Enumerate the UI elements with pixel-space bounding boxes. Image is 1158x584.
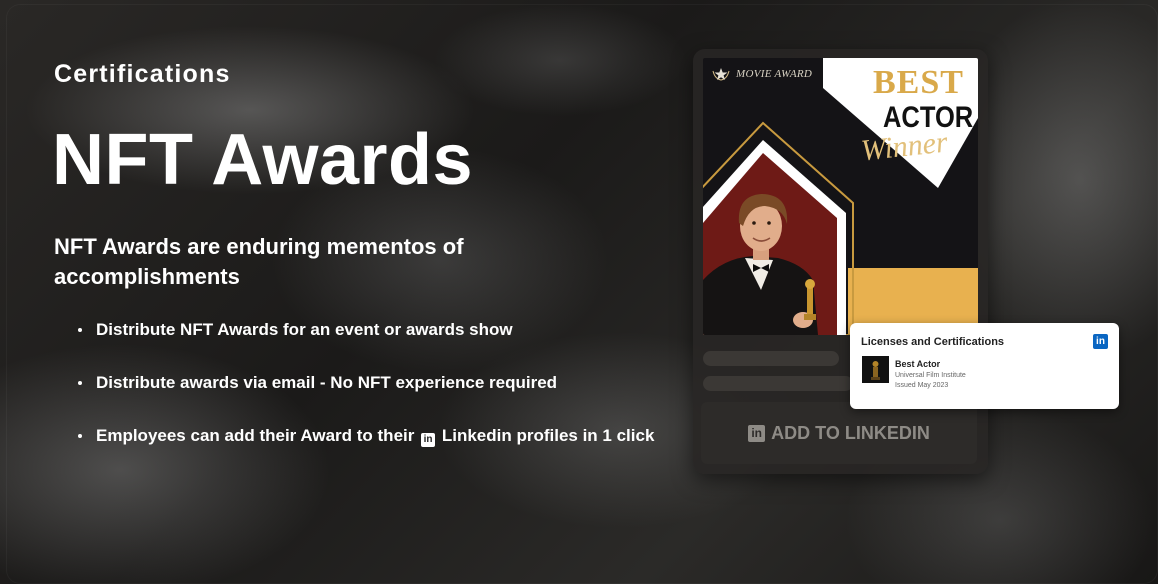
add-to-linkedin-button[interactable]: in ADD TO LINKEDIN [701,402,977,464]
award-poster: MOVIE AWARD BEST ACTOR Winner [703,58,978,335]
license-card-header: Licenses and Certifications [861,336,1005,348]
license-name: Best Actor [895,359,941,369]
banner-best: BEST [873,64,964,101]
feature-text: Employees can add their Award to their [96,426,415,445]
award-thumbnail [862,356,889,383]
award-tag-label: MOVIE AWARD [736,68,813,80]
placeholder-bar [703,376,853,391]
page-subtitle: NFT Awards are enduring mementos of acco… [54,234,464,289]
award-tag: MOVIE AWARD [711,67,812,81]
feature-item: Employees can add their Award to their i… [78,422,678,449]
trophy-icon [862,356,889,383]
linkedin-icon: in [421,433,436,447]
linkedin-icon: in [748,424,766,442]
license-issued: Issued May 2023 [895,382,949,389]
section-eyebrow: Certifications [54,60,231,88]
placeholder-bar [703,351,839,366]
linkedin-icon: in [1093,334,1108,349]
page-title: NFT Awards [52,120,474,200]
feature-item: Distribute NFT Awards for an event or aw… [78,316,678,343]
feature-text: Linkedin profiles in 1 click [441,426,655,445]
license-card: Licenses and Certifications in Best Acto… [850,323,1119,409]
add-to-linkedin-label: ADD TO LINKEDIN [771,422,930,443]
license-org: Universal Film Institute [895,372,966,379]
star-icon [712,68,730,81]
feature-item: Distribute awards via email - No NFT exp… [78,369,678,396]
feature-list: Distribute NFT Awards for an event or aw… [78,316,678,475]
